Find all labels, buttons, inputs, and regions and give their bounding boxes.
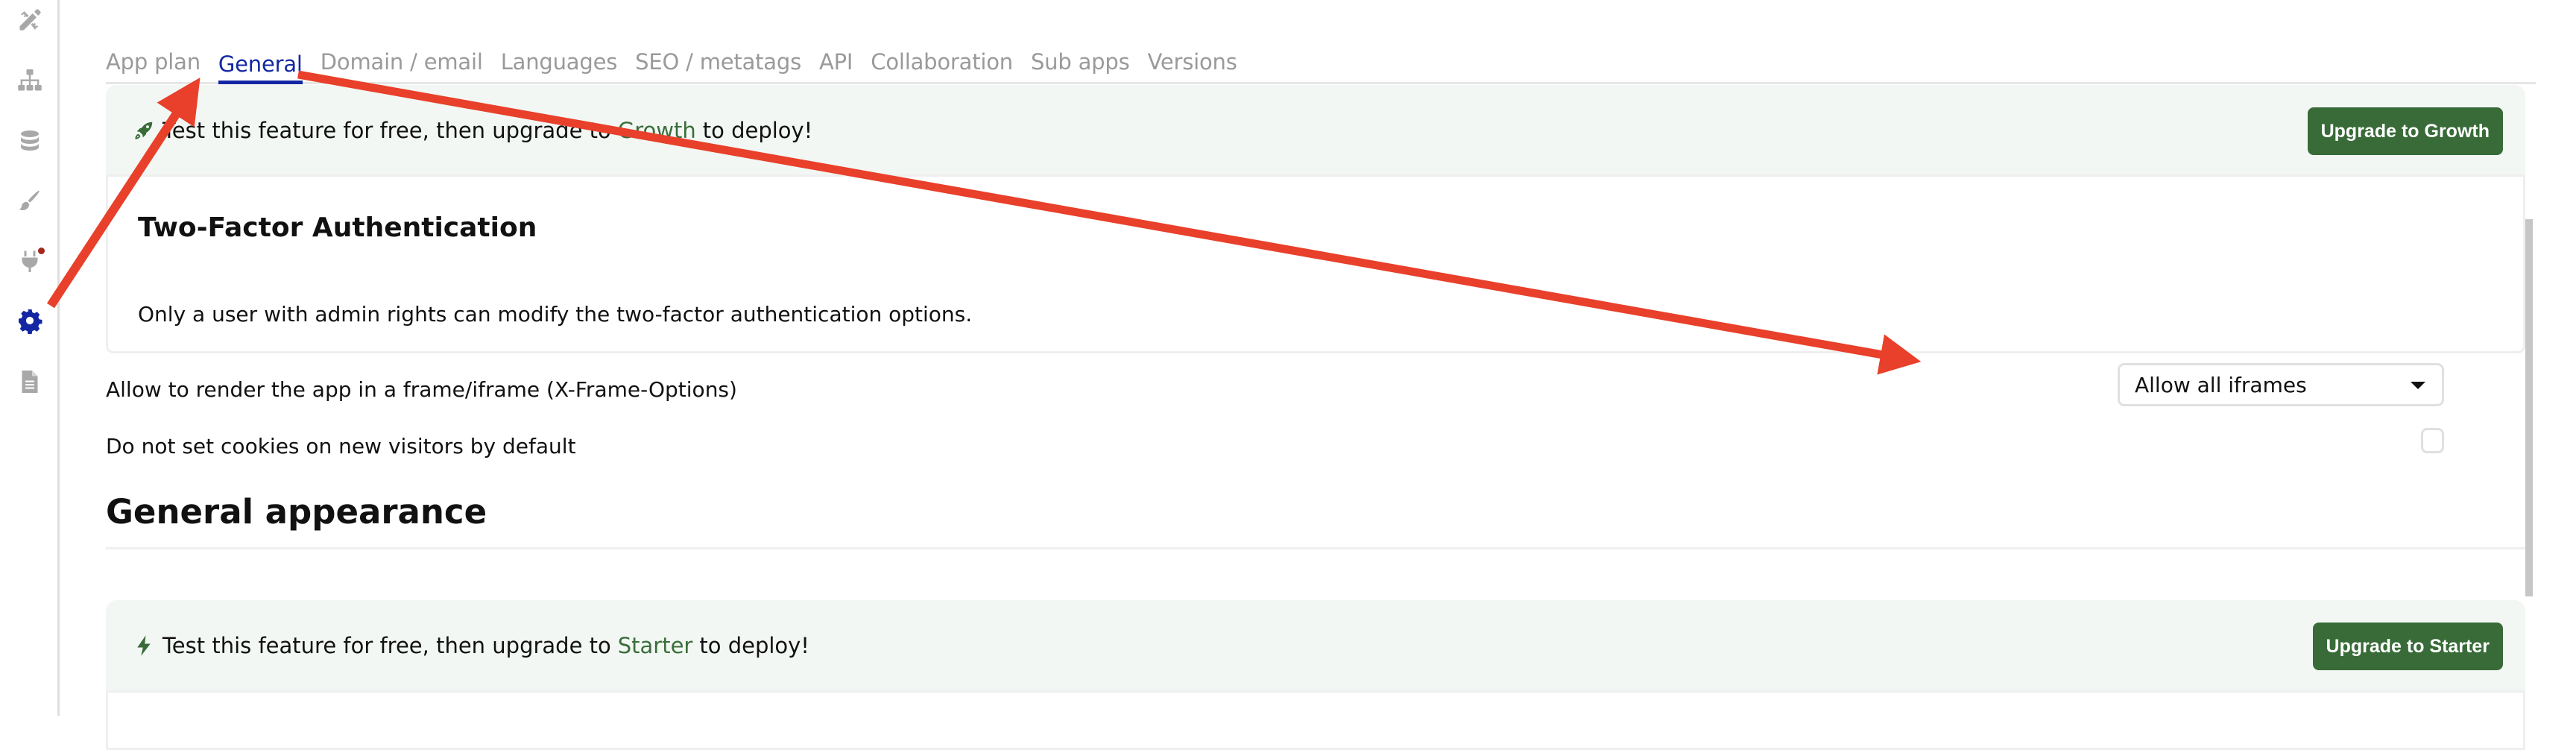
settings-main: App plan General Domain / email Language… bbox=[106, 0, 2536, 750]
no-cookies-checkbox[interactable] bbox=[2421, 428, 2444, 453]
lightning-bolt-icon bbox=[133, 634, 155, 657]
database-icon bbox=[21, 130, 39, 151]
starter-banner-text-before: Test this feature for free, then upgrade… bbox=[162, 633, 611, 658]
iframe-options-dropdown[interactable]: Allow all iframes bbox=[2118, 363, 2444, 406]
gear-icon bbox=[19, 309, 42, 334]
growth-plan-link[interactable]: Growth bbox=[618, 118, 696, 143]
sitemap-icon bbox=[18, 69, 42, 91]
cookies-setting-label: Do not set cookies on new visitors by de… bbox=[106, 434, 576, 458]
sidebar-item-workflow[interactable] bbox=[15, 66, 45, 95]
tab-seo-metatags[interactable]: SEO / metatags bbox=[635, 49, 801, 82]
iframe-setting-label: Allow to render the app in a frame/ifram… bbox=[106, 377, 737, 402]
two-factor-description: Only a user with admin rights can modify… bbox=[138, 302, 973, 327]
rocket-icon bbox=[133, 119, 155, 142]
growth-banner-text-before: Test this feature for free, then upgrade… bbox=[162, 118, 611, 143]
starter-plan-link[interactable]: Starter bbox=[618, 633, 693, 658]
growth-upgrade-banner: Test this feature for free, then upgrade… bbox=[106, 85, 2525, 177]
general-appearance-card bbox=[106, 690, 2525, 750]
tab-versions[interactable]: Versions bbox=[1147, 49, 1237, 82]
sidebar bbox=[0, 0, 60, 716]
growth-banner-message: Test this feature for free, then upgrade… bbox=[133, 118, 812, 143]
two-factor-title: Two-Factor Authentication bbox=[138, 212, 537, 243]
sidebar-item-plugins[interactable] bbox=[15, 246, 45, 276]
sidebar-item-logs[interactable] bbox=[15, 367, 45, 397]
iframe-options-value: Allow all iframes bbox=[2135, 372, 2307, 397]
scrollbar-thumb[interactable] bbox=[2525, 219, 2533, 596]
upgrade-to-growth-button[interactable]: Upgrade to Growth bbox=[2307, 107, 2503, 155]
settings-tabs: App plan General Domain / email Language… bbox=[106, 39, 2536, 84]
section-divider bbox=[106, 547, 2525, 549]
starter-banner-text-after: to deploy! bbox=[699, 633, 809, 658]
tab-domain-email[interactable]: Domain / email bbox=[321, 49, 483, 82]
general-appearance-heading: General appearance bbox=[106, 492, 487, 532]
tab-collaboration[interactable]: Collaboration bbox=[871, 49, 1013, 82]
tab-languages[interactable]: Languages bbox=[501, 49, 618, 82]
document-icon bbox=[22, 371, 38, 393]
sidebar-item-styles[interactable] bbox=[15, 186, 45, 216]
two-factor-card: Two-Factor Authentication Only a user wi… bbox=[106, 174, 2525, 353]
pencil-ruler-icon bbox=[19, 9, 41, 31]
starter-upgrade-banner: Test this feature for free, then upgrade… bbox=[106, 600, 2525, 693]
tab-api[interactable]: API bbox=[819, 49, 853, 82]
growth-banner-text-after: to deploy! bbox=[702, 118, 813, 143]
sidebar-item-data[interactable] bbox=[15, 127, 45, 157]
sidebar-item-settings[interactable] bbox=[15, 306, 45, 335]
notification-dot bbox=[38, 248, 45, 254]
upgrade-to-starter-button[interactable]: Upgrade to Starter bbox=[2312, 623, 2503, 670]
tab-sub-apps[interactable]: Sub apps bbox=[1031, 49, 1130, 82]
paintbrush-icon bbox=[19, 190, 40, 210]
tab-app-plan[interactable]: App plan bbox=[106, 49, 201, 82]
caret-down-icon bbox=[2411, 382, 2425, 389]
starter-banner-message: Test this feature for free, then upgrade… bbox=[133, 633, 809, 658]
tab-general[interactable]: General bbox=[218, 51, 303, 84]
sidebar-item-design[interactable] bbox=[15, 5, 45, 35]
